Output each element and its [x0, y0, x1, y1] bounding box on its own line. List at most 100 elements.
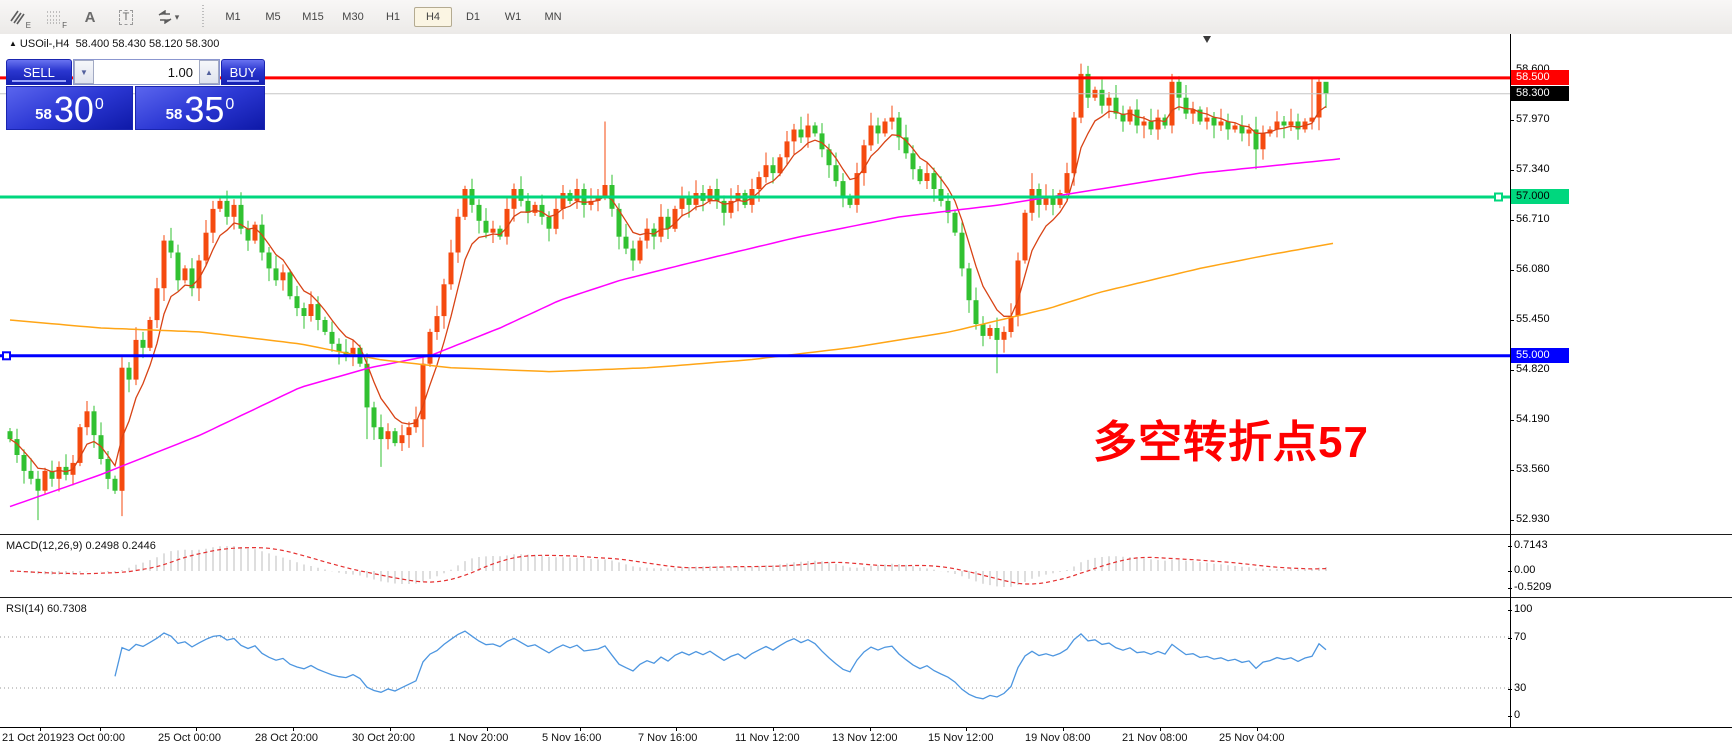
time-tick-mark: [40, 728, 41, 731]
time-tick-mark: [773, 728, 774, 731]
spin-down-icon: ▼: [80, 68, 88, 77]
volume-decrease-button[interactable]: ▼: [74, 60, 94, 84]
time-tick-mark: [1063, 728, 1064, 731]
time-tick-mark: [580, 728, 581, 731]
timeframe-button-d1[interactable]: D1: [454, 7, 492, 27]
hline-55-handle: [3, 352, 10, 359]
price-tick-label: 54.190: [1516, 413, 1550, 425]
rsi-axis-label: 0: [1514, 709, 1520, 721]
sell-price-sup: 0: [95, 97, 104, 113]
time-tick-label: 13 Nov 12:00: [832, 732, 897, 744]
rsi-axis-label: 100: [1514, 603, 1532, 615]
ohlc-values: 58.400 58.430 58.120 58.300: [76, 38, 220, 50]
timeframe-button-m1[interactable]: M1: [214, 7, 252, 27]
time-tick-mark: [1160, 728, 1161, 731]
toolbar: E F A T ▾ M1M5M15M30H1H4D1W1MN: [0, 0, 1732, 35]
time-tick-mark: [487, 728, 488, 731]
grid-tool-button[interactable]: F: [38, 3, 70, 31]
volume-input[interactable]: [94, 60, 199, 84]
rsi-label: RSI(14) 60.7308: [6, 603, 87, 615]
grid-icon: [46, 10, 62, 24]
macd-label: MACD(12,26,9) 0.2498 0.2446: [6, 540, 156, 552]
time-tick-label: 21 Nov 08:00: [1122, 732, 1187, 744]
hatch-sub-label: E: [26, 21, 31, 30]
time-tick-mark: [196, 728, 197, 731]
mt4-window: { "toolbar": { "icon_e_sub": "E", "icon_…: [0, 0, 1732, 748]
timeframe-button-m30[interactable]: M30: [334, 7, 372, 27]
price-tick-label: 56.080: [1516, 263, 1550, 275]
time-tick-label: 1 Nov 20:00: [449, 732, 508, 744]
price-tick-label: 56.710: [1516, 213, 1550, 225]
one-click-trading-panel: SELL ▼ ▲ BUY 58 30 0 58 35: [6, 59, 263, 126]
price-badge-58.500: 58.500: [1511, 70, 1569, 85]
time-tick-mark: [966, 728, 967, 731]
time-tick-mark: [676, 728, 677, 731]
boxed-t-icon: T: [119, 10, 134, 25]
time-tick-label: 21 Oct 2019: [2, 732, 62, 744]
time-tick-mark: [390, 728, 391, 731]
time-tick-label: 28 Oct 20:00: [255, 732, 318, 744]
cycle-arrows-button[interactable]: ▾: [146, 3, 190, 31]
macd-canvas[interactable]: [0, 537, 1510, 597]
time-axis[interactable]: 21 Oct 201923 Oct 00:00 25 Oct 00:00 28 Oc…: [0, 727, 1732, 749]
sell-price-tile[interactable]: 58 30 0: [6, 86, 133, 130]
time-tick-label: 5 Nov 16:00: [542, 732, 601, 744]
macd-pane[interactable]: MACD(12,26,9) 0.2498 0.2446: [0, 537, 1732, 597]
time-tick-label: 23 Oct 00:00: [62, 732, 125, 744]
price-axis-line: [1510, 34, 1511, 727]
toolbar-separator: [202, 5, 207, 29]
price-tick-label: 54.820: [1516, 363, 1550, 375]
time-tick-label: 30 Oct 20:00: [352, 732, 415, 744]
time-tick-label: 11 Nov 12:00: [735, 732, 800, 744]
sell-button-label: SELL: [23, 65, 55, 80]
rsi-canvas[interactable]: [0, 600, 1510, 727]
timeframe-button-h1[interactable]: H1: [374, 7, 412, 27]
rsi-axis-label: 30: [1514, 682, 1526, 694]
buy-price-small: 58: [166, 106, 183, 123]
dropdown-caret-icon: ▾: [175, 12, 180, 23]
buy-button[interactable]: BUY: [221, 59, 265, 85]
time-tick-label: 25 Oct 00:00: [158, 732, 221, 744]
shift-marker-icon: [1203, 36, 1211, 43]
buy-price-big: 35: [184, 93, 224, 127]
price-badge-57.000: 57.000: [1511, 189, 1569, 204]
time-tick-mark: [1257, 728, 1258, 731]
price-tick-label: 55.450: [1516, 313, 1550, 325]
price-tick-label: 57.340: [1516, 163, 1550, 175]
chart-area[interactable]: ▲USOil-,H4 58.400 58.430 58.120 58.300 多…: [0, 34, 1732, 748]
time-tick-label: 19 Nov 08:00: [1025, 732, 1090, 744]
draw-hatch-tool-button[interactable]: E: [2, 3, 34, 31]
volume-spinner: ▼ ▲: [73, 59, 220, 85]
timeframe-button-h4[interactable]: H4: [414, 7, 452, 27]
buy-button-label: BUY: [230, 65, 257, 80]
price-tick-label: 53.560: [1516, 463, 1550, 475]
hline-57-handle: [1495, 194, 1502, 201]
text-box-button[interactable]: T: [110, 3, 142, 31]
sell-button[interactable]: SELL: [6, 59, 72, 85]
rsi-pane[interactable]: RSI(14) 60.7308: [0, 600, 1732, 727]
symbol-ohlc-line: ▲USOil-,H4 58.400 58.430 58.120 58.300: [9, 38, 219, 50]
collapse-arrow-icon: ▲: [9, 39, 17, 48]
buy-price-sup: 0: [225, 97, 234, 113]
price-pane[interactable]: ▲USOil-,H4 58.400 58.430 58.120 58.300 多…: [0, 34, 1732, 534]
spin-up-icon: ▲: [205, 68, 213, 77]
timeframe-button-m15[interactable]: M15: [294, 7, 332, 27]
timeframe-button-w1[interactable]: W1: [494, 7, 532, 27]
buy-price-tile[interactable]: 58 35 0: [135, 86, 265, 130]
time-tick-label: 7 Nov 16:00: [638, 732, 697, 744]
timeframe-button-mn[interactable]: MN: [534, 7, 572, 27]
text-label-button[interactable]: A: [74, 3, 106, 31]
timeframe-button-m5[interactable]: M5: [254, 7, 292, 27]
rsi-axis-label: 70: [1514, 631, 1526, 643]
chart-annotation-text[interactable]: 多空转折点57: [1093, 406, 1369, 470]
price-badge-55.000: 55.000: [1511, 348, 1569, 363]
grid-sub-label: F: [62, 21, 67, 30]
volume-increase-button[interactable]: ▲: [199, 60, 219, 84]
macd-axis-label: -0.5209: [1514, 581, 1551, 593]
letter-a-icon: A: [85, 9, 96, 26]
time-tick-mark: [870, 728, 871, 731]
macd-axis-label: 0.7143: [1514, 539, 1548, 551]
price-tick-label: 57.970: [1516, 113, 1550, 125]
time-tick-mark: [100, 728, 101, 731]
time-tick-label: 25 Nov 04:00: [1219, 732, 1284, 744]
